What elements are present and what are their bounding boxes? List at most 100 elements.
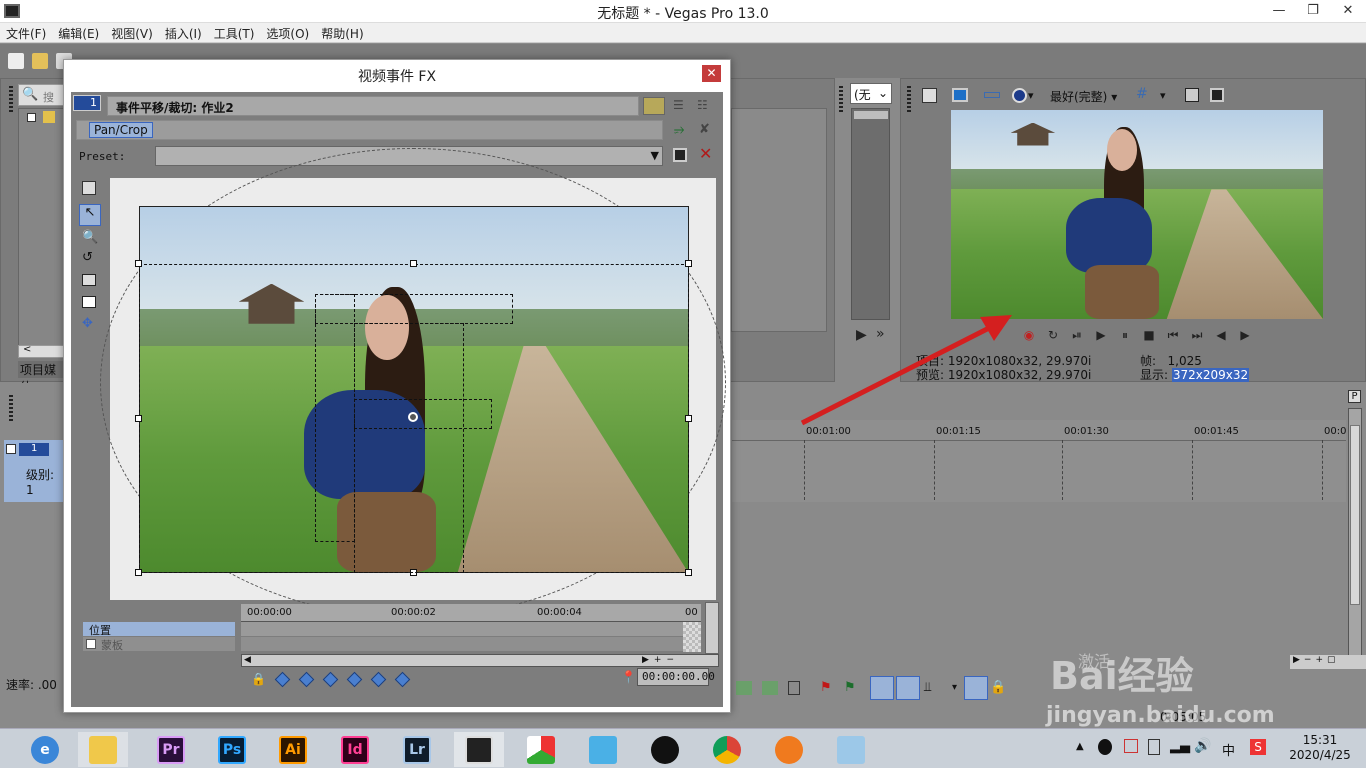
menu-edit[interactable]: 编辑(E) — [52, 23, 105, 44]
vegas-taskbar-icon[interactable] — [454, 732, 504, 767]
timecode-field[interactable]: 00:00:00.00 — [637, 668, 715, 686]
marker-flag-icon[interactable]: ⚑ — [820, 680, 832, 695]
premiere-icon[interactable]: Pr — [146, 732, 196, 767]
maximize-button[interactable]: ❐ — [1296, 0, 1330, 23]
envelope-tool[interactable] — [896, 676, 920, 700]
track-header[interactable]: 1 级别: 1 — [4, 440, 64, 502]
remove-plugin-icon[interactable]: ✘ — [699, 122, 710, 137]
sync-cursor-icon[interactable]: 🔒 — [251, 672, 266, 686]
menu-view[interactable]: 视图(V) — [105, 23, 159, 44]
minimize-button[interactable]: — — [1262, 0, 1296, 23]
go-to-end-icon[interactable]: ⏭ — [1190, 328, 1204, 342]
delete-preset-icon[interactable]: ✕ — [699, 144, 712, 163]
tree-expander-icon[interactable] — [27, 113, 36, 122]
ie-browser-icon[interactable]: e — [20, 732, 70, 767]
explorer-tree[interactable] — [18, 108, 64, 348]
first-keyframe-icon[interactable] — [274, 671, 291, 688]
normal-edit-icon[interactable]: ↖ — [79, 204, 101, 226]
tray-volume-icon[interactable]: 🔊 — [1194, 738, 1211, 754]
app-notebook-icon[interactable] — [826, 732, 876, 767]
app-orange-icon[interactable] — [764, 732, 814, 767]
tray-ime[interactable]: 中 — [1222, 740, 1235, 759]
horizontal-scrollbar[interactable]: < — [18, 344, 64, 358]
pan-crop-workspace[interactable] — [100, 148, 726, 618]
lock-envelope-icon[interactable]: 🔒 — [990, 680, 1006, 695]
param-position[interactable]: 位置 — [83, 622, 235, 637]
dialog-close-button[interactable]: ✕ — [702, 65, 721, 82]
overlays-icon[interactable] — [1012, 88, 1027, 103]
tab-project-media[interactable]: 项目媒体 — [18, 361, 64, 394]
preview-properties-icon[interactable] — [922, 88, 937, 103]
marker-icon[interactable]: P — [1348, 390, 1361, 403]
chrome-icon[interactable] — [702, 732, 752, 767]
go-to-start-icon[interactable]: ⏮ — [1166, 328, 1180, 342]
play-icon[interactable]: ▶ — [1094, 328, 1108, 342]
last-keyframe-icon[interactable] — [394, 671, 411, 688]
keyframe-hscroll[interactable]: ◀ ▶+− — [241, 654, 719, 667]
menu-tools[interactable]: 工具(T) — [208, 23, 261, 44]
search-input[interactable]: 🔍 搜索 — [18, 84, 64, 120]
region-flag-icon[interactable]: ⚑ — [844, 680, 856, 695]
create-keyframe-icon[interactable] — [322, 671, 339, 688]
tray-network-icon[interactable] — [1124, 739, 1138, 753]
menu-options[interactable]: 选项(O) — [260, 23, 315, 44]
panel-grip[interactable] — [9, 86, 13, 114]
mask-checkbox[interactable] — [86, 639, 96, 649]
dropdown-arrow-icon[interactable]: ▾ — [1028, 89, 1034, 102]
preview-grip[interactable] — [907, 86, 911, 114]
photoshop-icon[interactable]: Ps — [207, 732, 257, 767]
list-view-icon[interactable]: ☰ — [673, 98, 684, 112]
quality-dropdown[interactable]: 最好(完整) ▾ — [1050, 88, 1117, 105]
tray-clock[interactable]: 15:31 2020/4/25 — [1280, 733, 1360, 763]
middle-combo[interactable]: (无 ⌄ — [850, 83, 892, 104]
ripple-icon[interactable] — [762, 681, 778, 695]
tray-sogou-icon[interactable]: S — [1250, 739, 1266, 755]
move-freely-icon[interactable]: ✥ — [82, 316, 93, 331]
illustrator-icon[interactable]: Ai — [268, 732, 318, 767]
menu-insert[interactable]: 插入(I) — [159, 23, 208, 44]
close-button[interactable]: ✕ — [1330, 0, 1366, 23]
tray-expand-icon[interactable]: ▲ — [1076, 741, 1084, 752]
save-snapshot-icon[interactable] — [1210, 88, 1224, 102]
copy-snapshot-icon[interactable] — [1185, 88, 1199, 102]
timeline-vertical-scrollbar[interactable] — [1348, 408, 1362, 662]
enable-rotation-icon[interactable]: ↺ — [82, 250, 93, 265]
lock-aspect-icon[interactable] — [82, 274, 96, 286]
param-mask[interactable]: 蒙板 — [83, 637, 235, 652]
new-file-icon[interactable] — [8, 53, 24, 69]
stop-icon[interactable]: ■ — [1142, 328, 1156, 342]
lightroom-icon[interactable]: Lr — [392, 732, 442, 767]
scale-about-center-icon[interactable] — [82, 296, 96, 308]
keyframe-vscroll[interactable] — [705, 602, 719, 654]
scroll-left-icon[interactable]: ◀ — [244, 655, 251, 665]
file-explorer-icon[interactable] — [78, 732, 128, 767]
split-screen-icon[interactable] — [984, 92, 1000, 98]
pause-icon[interactable]: ⏸ — [1118, 328, 1132, 342]
loop-icon[interactable]: ↻ — [1046, 328, 1060, 342]
track-collapse-icon[interactable] — [6, 444, 16, 454]
tray-qq-icon[interactable] — [1098, 739, 1112, 755]
next-keyframe-icon[interactable] — [370, 671, 387, 688]
mask-keyframe-lane[interactable] — [241, 637, 683, 651]
grid-view-icon[interactable]: ☷ — [697, 98, 708, 112]
timeline-grip[interactable] — [9, 395, 13, 423]
zoom-edit-icon[interactable]: 🔍 — [82, 230, 98, 245]
tray-wifi-icon[interactable]: ▂▄ — [1170, 739, 1190, 754]
split-tool-icon[interactable]: ⫫ — [924, 680, 931, 695]
scroll-thumb[interactable] — [1350, 425, 1360, 605]
play-from-start-icon[interactable]: ⏯ — [1070, 328, 1084, 342]
save-preset-icon[interactable] — [673, 148, 687, 162]
menu-help[interactable]: 帮助(H) — [315, 23, 369, 44]
zoom-buttons[interactable]: ▶+− — [642, 655, 679, 665]
prev-frame-icon[interactable]: ◀ — [1214, 328, 1228, 342]
menu-file[interactable]: 文件(F) — [0, 23, 52, 44]
open-folder-icon[interactable] — [32, 53, 48, 69]
qq-icon[interactable] — [640, 732, 690, 767]
prev-keyframe-icon[interactable] — [298, 671, 315, 688]
delete-keyframe-icon[interactable] — [346, 671, 363, 688]
middle-panel-grip[interactable] — [839, 86, 843, 114]
tool-dropdown-icon[interactable]: ▾ — [952, 682, 957, 693]
indesign-icon[interactable]: Id — [330, 732, 380, 767]
lock-icon[interactable] — [788, 681, 800, 695]
grid-icon[interactable]: # — [1136, 86, 1148, 102]
